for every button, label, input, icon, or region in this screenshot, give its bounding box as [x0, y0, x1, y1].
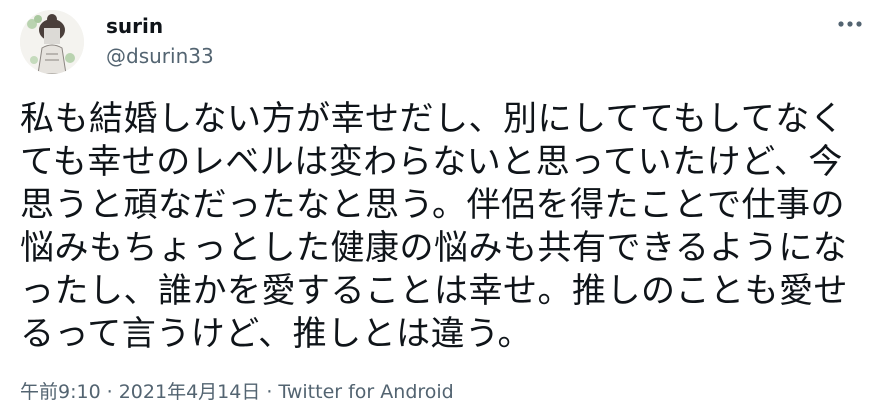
tweet-text-line: ったし、誰かを愛することは幸せ。推しのことも愛せ [20, 271, 848, 311]
more-options-icon [838, 21, 862, 27]
more-options-button[interactable] [832, 10, 868, 38]
tweet-text-line: るって言うけど、推しとは違う。 [20, 314, 533, 354]
tweet-text-line: 悩みもちょっとした健康の悩みも共有できるようにな [20, 228, 848, 268]
tweet-text: 私も結婚しない方が幸せだし、別にしててもしてなく ても幸せのレベルは変わらないと… [20, 98, 870, 356]
avatar-illustration-icon [20, 10, 84, 74]
meta-separator: · [266, 381, 273, 403]
tweet: surin @dsurin33 私も結婚しない方が幸せだし、別にしててもしてなく… [0, 0, 881, 420]
display-name[interactable]: surin [106, 14, 163, 38]
tweet-time[interactable]: 午前9:10 [20, 381, 101, 403]
user-handle[interactable]: @dsurin33 [106, 44, 214, 68]
tweet-source-link[interactable]: Twitter for Android [278, 381, 453, 403]
tweet-date[interactable]: 2021年4月14日 [119, 381, 261, 403]
tweet-text-line: 私も結婚しない方が幸せだし、別にしててもしてなく [20, 99, 845, 139]
tweet-text-line: 思うと頑なだったなと思う。伴侶を得たことで仕事の [20, 185, 845, 225]
meta-separator: · [106, 381, 113, 403]
tweet-meta: 午前9:10 · 2021年4月14日 · Twitter for Android [20, 380, 454, 404]
tweet-text-line: ても幸せのレベルは変わらないと思っていたけど、今 [20, 142, 843, 182]
avatar[interactable] [20, 10, 84, 74]
